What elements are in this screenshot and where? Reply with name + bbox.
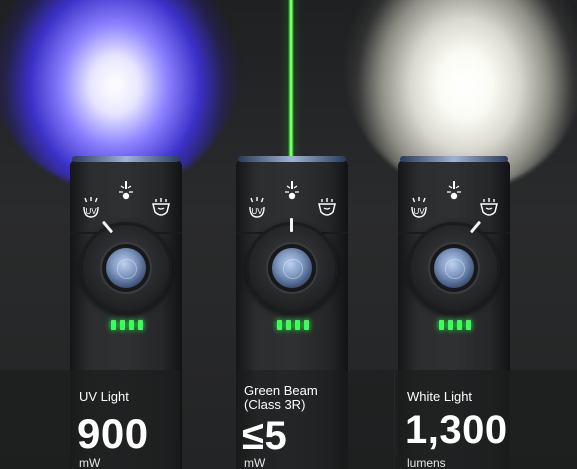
uv-icon: UV — [411, 197, 427, 218]
spec-value: 1,300 — [405, 408, 508, 452]
mode-dial[interactable] — [408, 220, 500, 314]
spec-label: Green Beam (Class 3R) — [244, 383, 318, 412]
floodlight-icon — [318, 198, 336, 216]
battery-led — [304, 320, 309, 330]
battery-led — [295, 320, 300, 330]
battery-led — [111, 320, 116, 330]
spec-unit: mW — [79, 456, 101, 469]
battery-indicator — [439, 320, 471, 330]
green-laser-beam — [288, 0, 294, 162]
floodlight-icon — [480, 198, 498, 216]
uv-icon: UV — [83, 197, 99, 218]
battery-led — [448, 320, 453, 330]
uv-icon: UV — [249, 197, 265, 218]
battery-led — [277, 320, 282, 330]
spec-unit: mW — [244, 456, 266, 469]
battery-led — [129, 320, 134, 330]
laser-icon — [119, 181, 133, 200]
power-button[interactable] — [272, 248, 312, 288]
laser-icon — [285, 181, 299, 200]
power-button[interactable] — [106, 248, 146, 288]
power-button[interactable] — [434, 248, 474, 288]
caption-green: Green Beam (Class 3R) ≤5 mW — [236, 370, 394, 469]
product-comparison-scene: UV UV UV UV Light 900 mW Green Beam (Cla… — [0, 0, 577, 469]
emitter-cap — [72, 156, 180, 162]
dial-pointer — [290, 218, 293, 232]
battery-led — [120, 320, 125, 330]
mode-dial[interactable] — [246, 218, 338, 314]
dial-pointer — [469, 220, 482, 234]
spec-label: UV Light — [79, 389, 129, 404]
battery-led — [286, 320, 291, 330]
battery-led — [439, 320, 444, 330]
laser-icon — [447, 181, 461, 200]
battery-indicator — [277, 320, 309, 330]
spec-value: ≤5 — [242, 414, 288, 458]
dial-pointer — [101, 220, 114, 234]
battery-led — [466, 320, 471, 330]
battery-led — [457, 320, 462, 330]
caption-white: White Light 1,300 lumens — [395, 370, 577, 469]
emitter-cap — [238, 156, 346, 162]
spec-value: 900 — [77, 410, 149, 457]
spec-unit: lumens — [407, 456, 446, 469]
floodlight-icon — [152, 198, 170, 216]
battery-led — [138, 320, 143, 330]
mode-dial[interactable] — [80, 220, 172, 314]
emitter-cap — [400, 156, 508, 162]
battery-indicator — [111, 320, 143, 330]
caption-uv: UV Light 900 mW — [0, 370, 180, 469]
spec-label: White Light — [407, 389, 473, 404]
